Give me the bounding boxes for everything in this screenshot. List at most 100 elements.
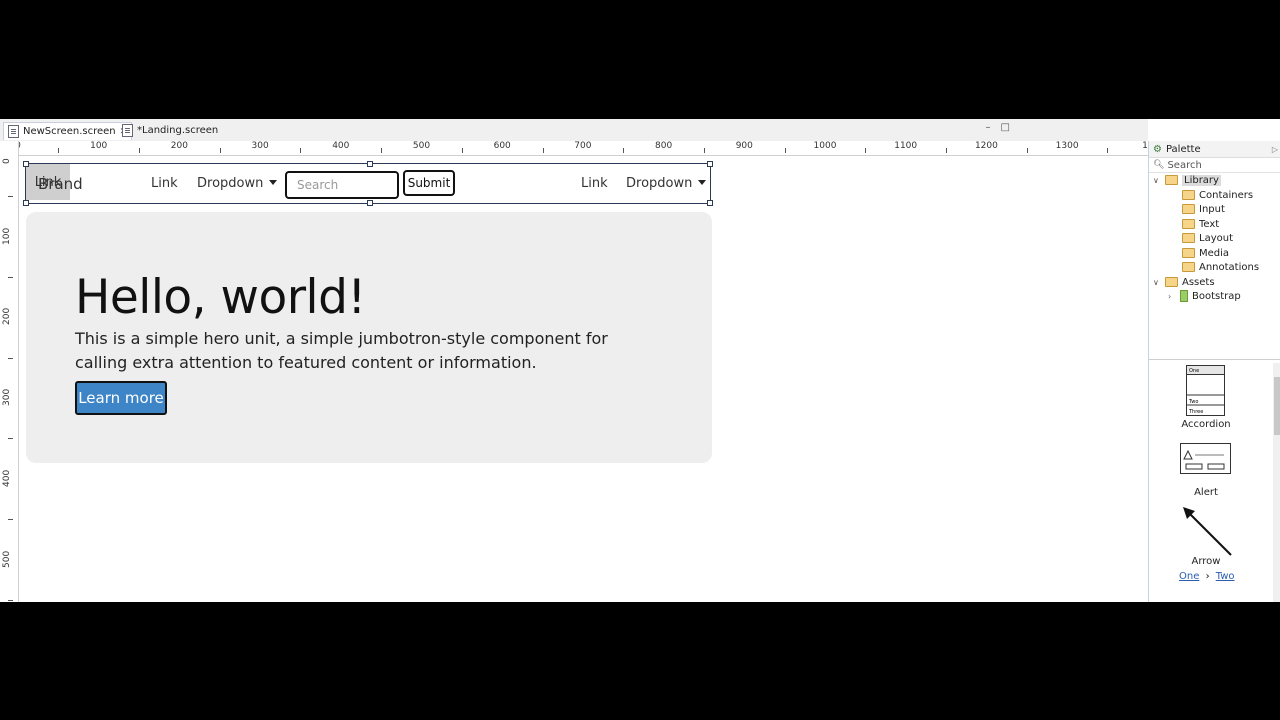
- ruler-tick: [865, 148, 867, 153]
- palette-search-input[interactable]: 🔍︎ Search: [1149, 158, 1280, 173]
- palette-divider: [1149, 359, 1280, 360]
- chevron-down-icon[interactable]: ∨: [1153, 278, 1161, 287]
- component-breadcrumb[interactable]: One › Two: [1179, 571, 1235, 582]
- ruler-tick: [8, 519, 13, 521]
- selection-handle[interactable]: [23, 161, 29, 167]
- navbar-search-input[interactable]: Search: [285, 171, 399, 199]
- caret-down-icon: [698, 180, 707, 185]
- selection-handle[interactable]: [707, 200, 713, 206]
- hero-title: Hello, world!: [75, 270, 366, 325]
- dropdown-label: Dropdown: [626, 176, 693, 191]
- ruler-label: 500: [2, 550, 12, 568]
- ruler-tick: [784, 148, 786, 153]
- ruler-tick: [461, 148, 463, 153]
- ruler-tick: [219, 148, 221, 153]
- selection-handle[interactable]: [23, 200, 29, 206]
- selection-handle[interactable]: [367, 161, 373, 167]
- maximize-icon[interactable]: □: [1001, 122, 1010, 133]
- ruler-tick: [703, 148, 705, 153]
- editor-window: NewScreen.screen ✕ *Landing.screen – □ 0…: [0, 119, 1280, 602]
- scrollbar-thumb[interactable]: [1274, 377, 1280, 435]
- ruler-label: 1000: [813, 141, 837, 151]
- selection-handle[interactable]: [707, 161, 713, 167]
- design-canvas[interactable]: Brand Link Link Dropdown Search Submit L…: [19, 156, 1148, 602]
- nav-right-dropdown[interactable]: Dropdown: [626, 176, 707, 191]
- component-label: Arrow: [1191, 556, 1221, 567]
- tree-item-label: Layout: [1199, 232, 1233, 244]
- accordion-line: One: [1189, 368, 1199, 374]
- expand-arrow-icon[interactable]: ▷: [1272, 145, 1278, 154]
- tab-label: NewScreen.screen: [23, 126, 116, 137]
- horizontal-ruler: 0100200300400500600700800900100011001200…: [15, 141, 1154, 156]
- ruler-label: 600: [493, 141, 511, 151]
- ruler-label: 100: [2, 227, 12, 245]
- component-alert[interactable]: Alert: [1149, 441, 1269, 501]
- ruler-tick: [381, 148, 383, 153]
- ruler-label: 1100: [894, 141, 918, 151]
- chevron-down-icon[interactable]: ∨: [1153, 176, 1161, 185]
- minimize-icon[interactable]: –: [986, 122, 991, 133]
- tree-item-bootstrap[interactable]: › Bootstrap: [1168, 289, 1241, 303]
- tab-landing[interactable]: *Landing.screen: [122, 122, 218, 139]
- palette-icon: ⚙: [1153, 143, 1162, 155]
- ruler-tick: [8, 599, 13, 601]
- tree-item-input[interactable]: Input: [1182, 202, 1225, 216]
- hero-unit[interactable]: Hello, world! This is a simple hero unit…: [26, 212, 712, 463]
- ruler-tick: [8, 438, 13, 440]
- tree-item-library[interactable]: ∨ Library: [1153, 173, 1221, 187]
- palette-scrollbar[interactable]: [1273, 363, 1280, 602]
- ruler-label: 1200: [974, 141, 998, 151]
- arrow-icon: [1183, 507, 1232, 556]
- tree-item-label: Containers: [1199, 189, 1254, 201]
- folder-icon: [1182, 233, 1195, 243]
- tree-item-label: Assets: [1182, 276, 1215, 288]
- screen-file-icon: [122, 124, 133, 137]
- ruler-label: 1300: [1055, 141, 1079, 151]
- view-controls: – □: [986, 122, 1010, 133]
- nav-right-link[interactable]: Link: [581, 176, 608, 191]
- navbar-brand[interactable]: Brand: [38, 175, 83, 193]
- dropdown-label: Dropdown: [197, 176, 264, 191]
- tab-label: *Landing.screen: [137, 125, 219, 136]
- ruler-tick: [8, 196, 13, 198]
- tab-newscreen[interactable]: NewScreen.screen ✕: [3, 122, 133, 140]
- ruler-tick: [58, 148, 60, 153]
- selection-handle[interactable]: [367, 200, 373, 206]
- folder-icon: [1182, 248, 1195, 258]
- tree-item-layout[interactable]: Layout: [1182, 231, 1233, 245]
- tree-item-label: Annotations: [1199, 261, 1260, 273]
- submit-button[interactable]: Submit: [403, 170, 455, 196]
- tree-item-text[interactable]: Text: [1182, 217, 1219, 231]
- ruler-tick: [946, 148, 948, 153]
- chevron-right-icon[interactable]: ›: [1168, 292, 1176, 301]
- folder-icon: [1182, 204, 1195, 214]
- component-arrow[interactable]: Arrow: [1149, 501, 1269, 571]
- nav-link[interactable]: Link: [151, 176, 178, 191]
- vertical-ruler: 0 100 200 300 400 500: [0, 141, 19, 602]
- breadcrumb-link-one: One: [1179, 571, 1200, 582]
- folder-icon: [1182, 219, 1195, 229]
- screen-file-icon: [8, 125, 19, 138]
- tree-item-media[interactable]: Media: [1182, 246, 1229, 260]
- component-accordion[interactable]: One Two Three Accordion: [1149, 363, 1269, 433]
- accordion-line: Three: [1188, 409, 1203, 415]
- library-icon: [1180, 290, 1188, 302]
- hero-body-text: This is a simple hero unit, a simple jum…: [75, 329, 608, 372]
- tree-item-annotations[interactable]: Annotations: [1182, 260, 1259, 274]
- ruler-label: 100: [90, 141, 108, 151]
- component-label: Accordion: [1181, 419, 1231, 430]
- tree-item-assets[interactable]: ∨ Assets: [1153, 275, 1215, 289]
- navbar[interactable]: Brand Link Link Dropdown Search Submit L…: [23, 161, 713, 206]
- component-label: Alert: [1194, 487, 1218, 498]
- palette-panel: ⚙ Palette ▷ 🔍︎ Search ∨ Library Containe…: [1148, 141, 1280, 602]
- caret-down-icon: [269, 180, 278, 185]
- ruler-tick: [1107, 148, 1109, 153]
- learn-more-button[interactable]: Learn more: [75, 381, 167, 415]
- accordion-icon: One Two Three: [1186, 365, 1225, 416]
- ruler-tick: [8, 277, 13, 279]
- chevron-right-icon: ›: [1205, 571, 1210, 582]
- ruler-label: 300: [251, 141, 269, 151]
- nav-dropdown[interactable]: Dropdown: [197, 176, 278, 191]
- tree-item-label: Input: [1199, 203, 1225, 215]
- tree-item-containers[interactable]: Containers: [1182, 188, 1253, 202]
